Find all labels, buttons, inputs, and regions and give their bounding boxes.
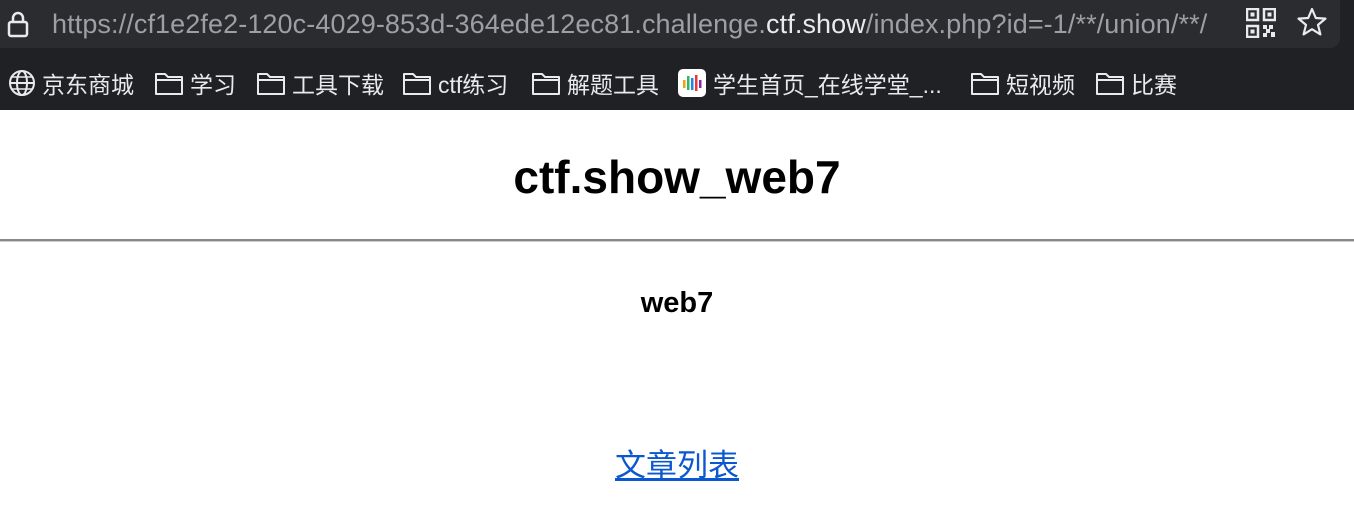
divider xyxy=(0,239,1354,242)
article-list-link-container: 文章列表 xyxy=(0,440,1354,485)
browser-chrome: https://cf1e2fe2-120c-4029-853d-364ede12… xyxy=(0,0,1354,110)
bookmark-label: 短视频 xyxy=(1006,72,1075,98)
bookmark-label: 学习 xyxy=(190,72,236,98)
url-text[interactable]: https://cf1e2fe2-120c-4029-853d-364ede12… xyxy=(52,9,1232,40)
qr-code-icon[interactable] xyxy=(1245,7,1277,39)
address-bar[interactable]: https://cf1e2fe2-120c-4029-853d-364ede12… xyxy=(0,0,1340,48)
article-list-link[interactable]: 文章列表 xyxy=(615,448,739,483)
bookmark-folder-ctf[interactable]: ctf练习 xyxy=(402,63,508,103)
globe-icon xyxy=(9,70,35,96)
page-title: ctf.show_web7 xyxy=(513,151,841,203)
app-icon xyxy=(678,69,706,97)
bookmark-label: 解题工具 xyxy=(567,72,659,98)
bookmarks-bar: 京东商城 学习 工具下载 ctf练习 解题工具 学生首页_在线学堂_... 短视… xyxy=(0,56,1354,110)
folder-icon xyxy=(257,73,285,95)
page-subtitle: web7 xyxy=(640,287,714,319)
folder-icon xyxy=(155,73,183,95)
folder-icon xyxy=(1096,73,1124,95)
url-prefix: https://cf1e2fe2-120c-4029-853d-364ede12… xyxy=(52,8,767,39)
bookmark-label: ctf练习 xyxy=(438,72,509,98)
folder-icon xyxy=(971,73,999,95)
bookmark-label: 工具下载 xyxy=(292,72,384,98)
bookmark-folder-competition[interactable]: 比赛 xyxy=(1095,63,1177,103)
bookmark-folder-study[interactable]: 学习 xyxy=(154,63,236,103)
bookmark-star-icon[interactable] xyxy=(1296,6,1328,38)
bookmark-label: 学生首页_在线学堂_... xyxy=(713,72,942,98)
bookmark-folder-tools-download[interactable]: 工具下载 xyxy=(256,63,384,103)
url-suffix: /index.php?id=-1/**/union/**/ xyxy=(865,8,1208,39)
bookmark-student-home[interactable]: 学生首页_在线学堂_... xyxy=(677,63,942,103)
bookmark-label: 比赛 xyxy=(1131,72,1177,98)
url-host: ctf.show xyxy=(766,8,866,39)
page-content: ctf.show_web7 web7 文章列表 xyxy=(0,110,1354,523)
folder-icon xyxy=(403,73,431,95)
lock-icon[interactable] xyxy=(4,4,32,44)
bookmark-folder-short-video[interactable]: 短视频 xyxy=(970,63,1075,103)
bookmark-label: 京东商城 xyxy=(42,72,134,98)
folder-icon xyxy=(532,73,560,95)
bookmark-jd[interactable]: 京东商城 xyxy=(8,63,134,103)
bookmark-folder-solve-tools[interactable]: 解题工具 xyxy=(531,63,659,103)
